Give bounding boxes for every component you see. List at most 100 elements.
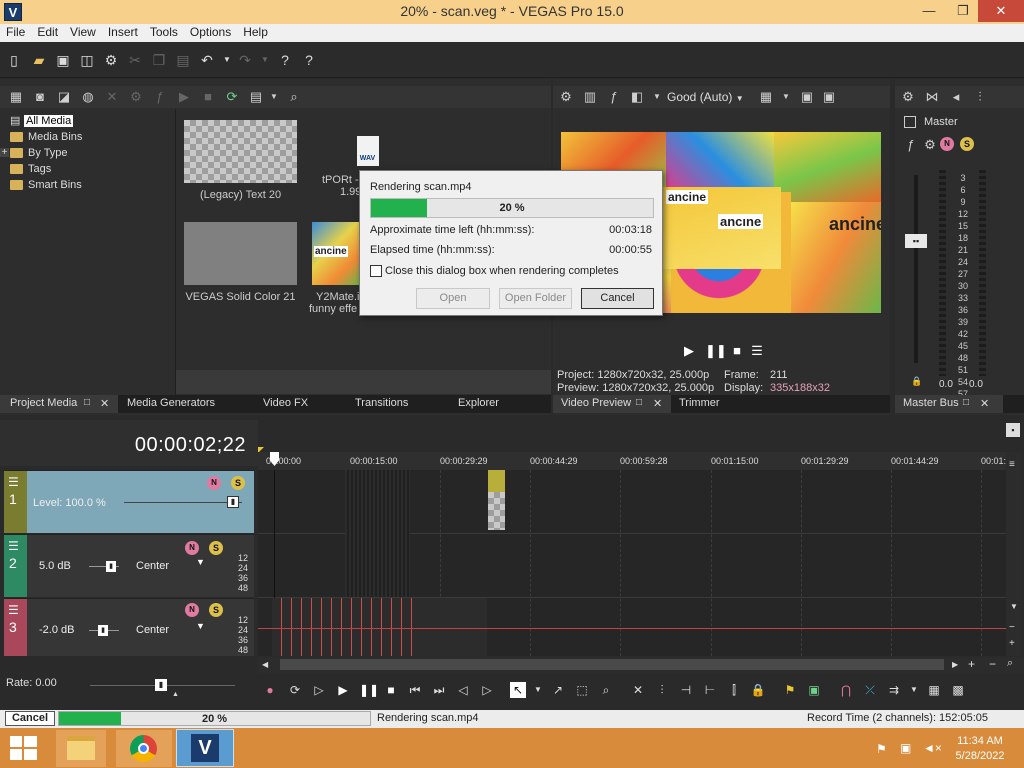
tab-explorer[interactable]: Explorer — [458, 397, 499, 409]
maximize-button[interactable]: ❐ — [946, 0, 980, 22]
globe-icon[interactable]: ◍ — [80, 89, 96, 105]
edit-tool-chevron-icon[interactable]: ▼ — [530, 682, 546, 698]
menu-view[interactable]: View — [64, 24, 102, 39]
overlays-grid-icon[interactable]: ▦ — [758, 89, 774, 105]
menu-tools[interactable]: Tools — [144, 24, 184, 39]
close-tab-icon[interactable]: ✕ — [980, 397, 989, 410]
properties-gear-icon[interactable]: ⚙ — [103, 52, 119, 68]
whats-this-help-icon[interactable]: ? — [277, 52, 293, 68]
trim-icon[interactable]: ⫶ — [654, 682, 670, 698]
split-screen-icon[interactable]: ◧ — [629, 89, 645, 105]
split-icon[interactable]: ⫿ — [726, 682, 742, 698]
auto-preview-icon[interactable]: ⟳ — [224, 89, 240, 105]
taskbar-vegas[interactable]: V — [176, 729, 234, 767]
stop-media-icon[interactable]: ■ — [200, 89, 216, 105]
dim-output-icon[interactable]: ◂ — [948, 89, 964, 105]
zoom-edit-tool-icon[interactable]: ⌕ — [598, 682, 614, 698]
scroll-right-arrow-icon[interactable]: ▶ — [952, 660, 958, 669]
pause-icon[interactable]: ❚❚ — [705, 343, 727, 359]
scroll-thumb[interactable] — [280, 659, 944, 670]
track-header-1[interactable]: ☰ 1 Level: 100.0 % ▮ N S — [4, 470, 254, 533]
network-icon[interactable]: ▣ — [900, 741, 911, 755]
views-chevron-icon[interactable]: ▼ — [266, 89, 282, 105]
undo-icon[interactable]: ↶ — [199, 52, 215, 68]
master-gear-icon[interactable]: ⚙ — [922, 137, 938, 153]
views-icon[interactable]: ▤ — [248, 89, 264, 105]
tab-master-bus[interactable]: Master Bus — [903, 397, 959, 409]
auto-ripple-chevron-icon[interactable]: ▼ — [906, 682, 922, 698]
normal-edit-tool-icon[interactable]: ↖ — [510, 682, 526, 698]
close-tab-icon[interactable]: ✕ — [653, 397, 662, 410]
rate-slider-handle[interactable]: ▮ — [155, 679, 167, 691]
close-tab-icon[interactable]: ✕ — [100, 397, 109, 410]
play-from-start-icon[interactable]: ▷ — [311, 682, 327, 698]
tree-item-smart-bins[interactable]: Smart Bins — [10, 177, 170, 193]
expand-by-type-icon[interactable]: + — [0, 148, 9, 158]
ignore-grouping-icon[interactable]: ▩ — [950, 682, 966, 698]
undock-icon[interactable]: □ — [84, 397, 90, 408]
menu-insert[interactable]: Insert — [102, 24, 144, 39]
menu-file[interactable]: File — [0, 24, 31, 39]
track-menu-icon[interactable]: ☰ — [8, 539, 19, 553]
play-media-icon[interactable]: ▶ — [176, 89, 192, 105]
lock-event-icon[interactable]: 🔒 — [750, 682, 766, 698]
insert-marker-icon[interactable]: ▪ — [1006, 423, 1020, 437]
preview-settings-gear-icon[interactable]: ⚙ — [558, 89, 574, 105]
action-center-flag-icon[interactable]: ⚑ — [876, 742, 887, 756]
clock[interactable]: 11:34 AM 5/28/2022 — [948, 734, 1012, 764]
cut-icon[interactable]: ✂ — [127, 52, 143, 68]
tree-item-all-media[interactable]: ▤ All Media — [10, 113, 170, 129]
undock-icon[interactable]: □ — [963, 397, 969, 408]
undock-icon[interactable]: □ — [636, 397, 642, 408]
tree-item-tags[interactable]: Tags — [10, 161, 170, 177]
mute-icon[interactable]: N — [185, 541, 199, 555]
menu-edit[interactable]: Edit — [31, 24, 64, 39]
master-fader-handle[interactable]: ▪▪ — [905, 234, 927, 248]
save-as-icon[interactable]: ◫ — [79, 52, 95, 68]
play-icon[interactable]: ▶ — [335, 682, 351, 698]
capture-icon[interactable]: ◙ — [32, 89, 48, 105]
play-icon[interactable]: ▶ — [681, 343, 697, 359]
close-window-button[interactable]: ✕ — [978, 0, 1024, 22]
menu-lines-icon[interactable]: ☰ — [749, 343, 765, 359]
redo-history-chevron-icon[interactable]: ▼ — [257, 52, 273, 68]
auto-ripple-icon[interactable]: ⇉ — [886, 682, 902, 698]
solo-icon[interactable]: S — [231, 476, 245, 490]
pan-slider-handle[interactable]: ▼ — [196, 557, 205, 567]
solo-icon[interactable]: S — [960, 137, 974, 151]
previous-frame-icon[interactable]: ◁ — [455, 682, 471, 698]
level-slider-handle[interactable]: ▮ — [227, 496, 239, 508]
preview-quality-select[interactable]: Good (Auto) ▼ — [667, 90, 744, 104]
tab-project-media[interactable]: Project Media — [10, 397, 77, 409]
split-screen-chevron-icon[interactable]: ▼ — [649, 89, 665, 105]
tab-media-generators[interactable]: Media Generators — [127, 397, 215, 409]
master-checkbox[interactable] — [904, 116, 916, 128]
lock-icon[interactable]: 🔒 — [911, 376, 922, 387]
close-when-done-checkbox[interactable] — [370, 265, 382, 278]
tree-item-media-bins[interactable]: Media Bins — [10, 129, 170, 145]
overlays-chevron-icon[interactable]: ▼ — [778, 89, 794, 105]
media-fx-icon[interactable]: ⚙ — [128, 89, 144, 105]
loop-playback-icon[interactable]: ⟳ — [287, 682, 303, 698]
save-snapshot-icon[interactable]: ▣ — [821, 89, 837, 105]
zoom-in-icon[interactable]: + — [968, 657, 975, 671]
selection-edit-tool-icon[interactable]: ⬚ — [574, 682, 590, 698]
timecode-display[interactable]: 00:00:02;22 — [135, 434, 246, 457]
go-to-start-icon[interactable]: ⏮ — [407, 682, 423, 698]
media-scrollbar[interactable] — [176, 370, 551, 394]
timeline-vertical-scrollbar[interactable]: ≡ ▼ − + — [1006, 452, 1022, 656]
master-fx-icon[interactable]: ƒ — [903, 137, 919, 153]
tab-transitions[interactable]: Transitions — [355, 397, 408, 409]
get-media-icon[interactable]: ◪ — [56, 89, 72, 105]
stop-icon[interactable]: ■ — [383, 682, 399, 698]
trim-end-icon[interactable]: ⊢ — [702, 682, 718, 698]
downmix-icon[interactable]: ⋈ — [924, 89, 940, 105]
delete-icon[interactable]: ✕ — [630, 682, 646, 698]
envelope-edit-tool-icon[interactable]: ↗ — [550, 682, 566, 698]
open-project-icon[interactable]: ▰ — [31, 52, 47, 68]
scroll-left-arrow-icon[interactable]: ◀ — [262, 660, 268, 669]
media-item[interactable]: (Legacy) Text 20 — [184, 120, 297, 201]
undo-history-chevron-icon[interactable]: ▼ — [219, 52, 235, 68]
mixer-icon[interactable]: ⫶ — [972, 89, 988, 105]
volume-muted-icon[interactable]: ◄× — [923, 741, 942, 755]
